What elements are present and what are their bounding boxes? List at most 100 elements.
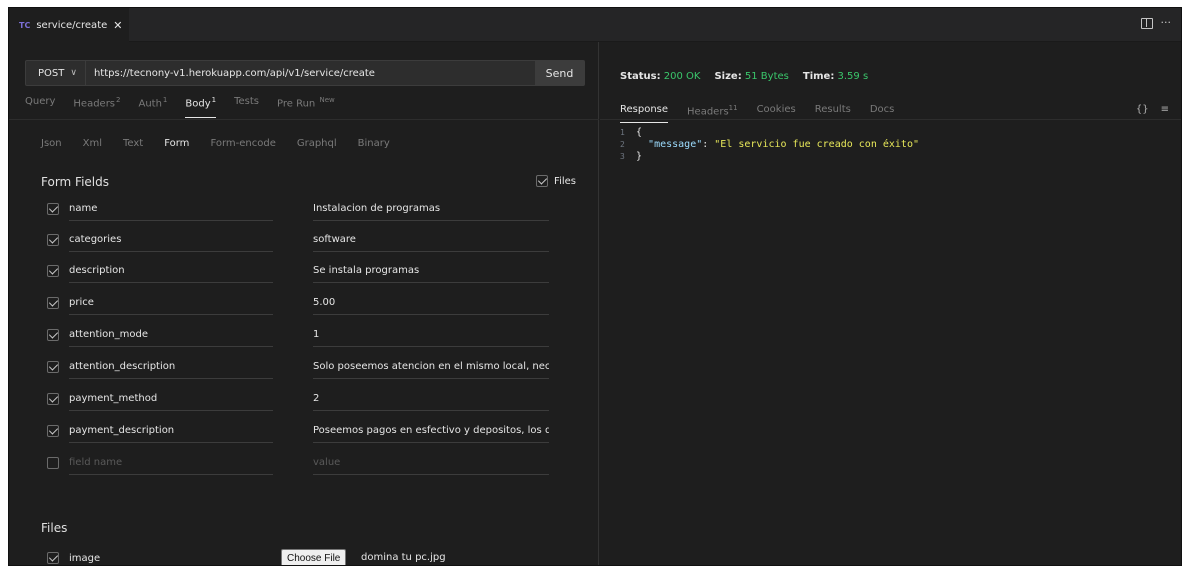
field-name-input[interactable]: price <box>69 293 273 315</box>
tab-auth[interactable]: Auth1 <box>138 96 167 118</box>
new-field-row: field name value <box>41 453 561 475</box>
more-actions-icon[interactable]: ··· <box>1161 17 1172 29</box>
body-type-form-encode[interactable]: Form-encode <box>210 138 275 149</box>
form-fields-title: Form Fields <box>41 175 109 189</box>
field-value-input[interactable]: Se instala programas <box>313 261 549 283</box>
url-input[interactable]: https://tecnony-v1.herokuapp.com/api/v1/… <box>86 68 535 79</box>
field-checkbox[interactable] <box>47 203 59 215</box>
field-name-input[interactable]: attention_description <box>69 357 273 379</box>
request-pane: POST ∨ https://tecnony-v1.herokuapp.com/… <box>9 42 599 565</box>
tab-tests[interactable]: Tests <box>234 96 259 118</box>
line-number: 3 <box>620 152 625 161</box>
field-value-input[interactable]: Poseemos pagos en esfectivo y depositos,… <box>313 421 549 443</box>
field-name-input[interactable]: payment_method <box>69 389 273 411</box>
tab-response[interactable]: Response <box>620 104 669 124</box>
field-name-input[interactable]: description <box>69 261 273 283</box>
tab-docs[interactable]: Docs <box>870 104 895 123</box>
response-status-bar: Status: 200 OK Size: 51 Bytes Time: 3.59… <box>620 71 868 82</box>
files-toggle[interactable]: Files <box>536 175 576 187</box>
tab-strip: TC service/create ✕ ··· <box>9 8 1181 42</box>
close-icon[interactable]: ✕ <box>113 19 122 32</box>
response-body: 1 { 2 "message" : "El servicio fue cread… <box>620 127 919 163</box>
body-type-form[interactable]: Form <box>164 138 189 149</box>
field-checkbox[interactable] <box>47 265 59 277</box>
field-checkbox[interactable] <box>47 234 59 246</box>
new-field-value-input[interactable]: value <box>313 453 549 475</box>
file-checkbox[interactable] <box>47 552 59 564</box>
method-select[interactable]: POST ∨ <box>26 61 86 85</box>
field-value-input[interactable]: 2 <box>313 389 549 411</box>
send-button[interactable]: Send <box>535 61 584 85</box>
size-info: Size: 51 Bytes <box>714 71 789 82</box>
code-line: 1 { <box>620 127 919 139</box>
tab-query[interactable]: Query <box>25 96 55 118</box>
status-info: Status: 200 OK <box>620 71 701 82</box>
field-checkbox[interactable] <box>47 361 59 373</box>
json-string-value: "El servicio fue creado con éxito" <box>714 139 919 150</box>
tab-response-headers[interactable]: Headers11 <box>687 104 738 123</box>
form-field-row: attention_mode 1 <box>41 325 561 347</box>
code-line: 3 } <box>620 151 919 163</box>
url-bar: POST ∨ https://tecnony-v1.herokuapp.com/… <box>25 60 585 86</box>
field-value-input[interactable]: Solo poseemos atencion en el mismo local… <box>313 357 549 379</box>
form-field-row: name Instalacion de programas <box>41 199 561 221</box>
tab-body[interactable]: Body1 <box>185 96 217 118</box>
field-name-input[interactable]: payment_description <box>69 421 273 443</box>
field-checkbox[interactable] <box>47 329 59 341</box>
json-open-brace: { <box>636 127 643 138</box>
json-separator: : <box>702 139 715 150</box>
field-value-input[interactable]: 5.00 <box>313 293 549 315</box>
app-window: TC service/create ✕ ··· POST ∨ https://t… <box>8 7 1182 566</box>
form-field-row: payment_method 2 <box>41 389 561 411</box>
field-value-input[interactable]: Instalacion de programas <box>313 199 549 221</box>
line-number: 1 <box>620 128 625 137</box>
field-name-input[interactable]: name <box>69 199 273 221</box>
chevron-down-icon: ∨ <box>70 68 77 78</box>
time-info: Time: 3.59 s <box>802 71 869 82</box>
tab-headers[interactable]: Headers2 <box>73 96 120 118</box>
tab-title: service/create <box>36 20 108 31</box>
field-checkbox[interactable] <box>47 457 59 469</box>
file-row: image Choose File domina tu pc.jpg <box>41 547 561 565</box>
size-value: 51 Bytes <box>744 71 789 82</box>
field-checkbox[interactable] <box>47 393 59 405</box>
files-toggle-label: Files <box>554 175 576 187</box>
choose-file-button[interactable]: Choose File <box>281 549 347 565</box>
window-actions: ··· <box>1140 17 1172 29</box>
tab-service-create[interactable]: TC service/create ✕ <box>9 8 129 42</box>
field-name-input[interactable]: categories <box>69 230 273 252</box>
menu-icon[interactable]: ≡ <box>1161 104 1169 115</box>
files-section-title: Files <box>41 521 68 535</box>
field-name-input[interactable]: attention_mode <box>69 325 273 347</box>
response-tabs: Response Headers11 Cookies Results Docs <box>620 104 913 124</box>
form-field-row: attention_description Solo poseemos aten… <box>41 357 561 379</box>
body-type-json[interactable]: Json <box>41 138 62 149</box>
tab-pre-run[interactable]: Pre Run New <box>277 96 335 118</box>
field-value-input[interactable]: 1 <box>313 325 549 347</box>
body-type-tabs: Json Xml Text Form Form-encode Graphql B… <box>41 138 411 149</box>
thunder-client-logo-icon: TC <box>19 21 31 30</box>
body-type-text[interactable]: Text <box>123 138 143 149</box>
tab-cookies[interactable]: Cookies <box>757 104 796 123</box>
field-checkbox[interactable] <box>47 297 59 309</box>
form-field-row: price 5.00 <box>41 293 561 315</box>
field-value-input[interactable]: software <box>313 230 549 252</box>
field-checkbox[interactable] <box>47 425 59 437</box>
tab-results[interactable]: Results <box>815 104 851 123</box>
time-value: 3.59 s <box>837 71 869 82</box>
status-value: 200 OK <box>663 71 701 82</box>
body-type-binary[interactable]: Binary <box>358 138 390 149</box>
file-field-name-input[interactable]: image <box>69 547 273 565</box>
method-label: POST <box>38 67 65 79</box>
body-type-graphql[interactable]: Graphql <box>297 138 337 149</box>
files-checkbox[interactable] <box>536 175 549 187</box>
new-field-name-input[interactable]: field name <box>69 453 273 475</box>
response-actions: {} ≡ <box>1136 104 1169 115</box>
split-editor-icon[interactable] <box>1140 18 1153 29</box>
response-pane: Status: 200 OK Size: 51 Bytes Time: 3.59… <box>600 42 1181 565</box>
form-field-row: payment_description Poseemos pagos en es… <box>41 421 561 443</box>
format-braces-icon[interactable]: {} <box>1136 104 1149 115</box>
json-close-brace: } <box>636 151 643 162</box>
body-type-xml[interactable]: Xml <box>83 138 102 149</box>
divider <box>600 119 1181 120</box>
